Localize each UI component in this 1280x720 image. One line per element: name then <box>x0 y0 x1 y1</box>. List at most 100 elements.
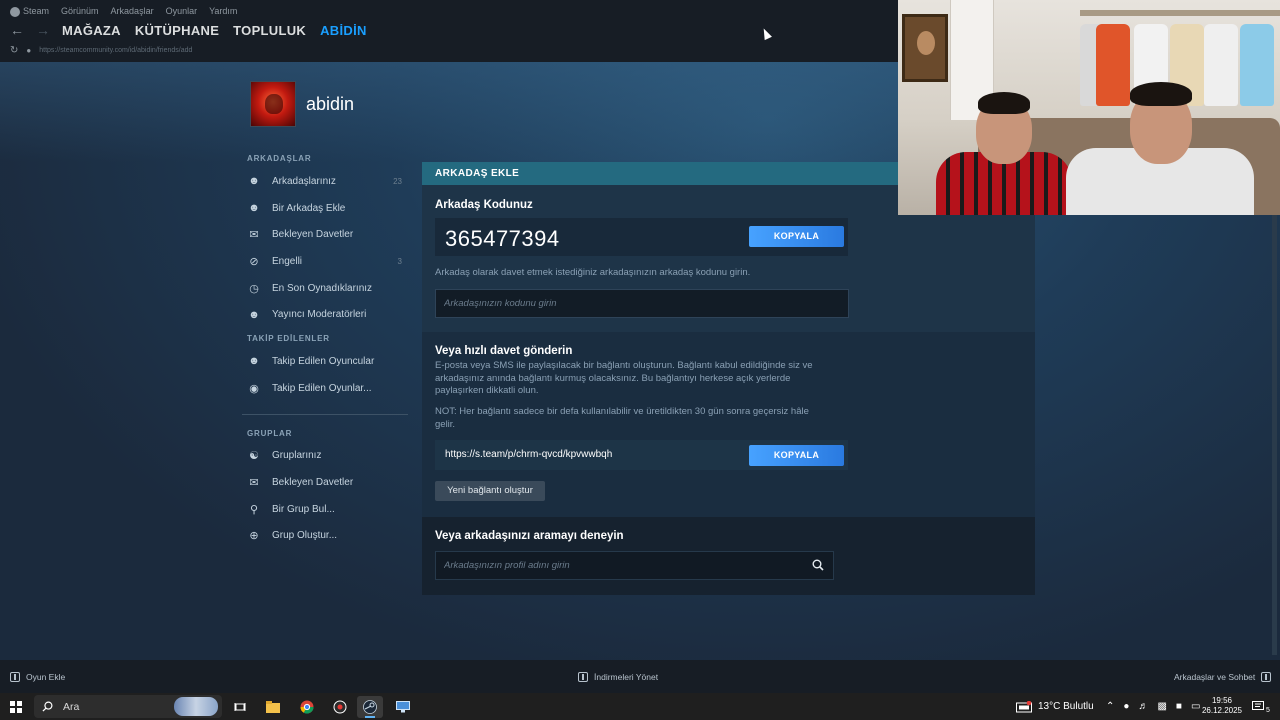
quick-invite-note: NOT: Her bağlantı sadece bir defa kullan… <box>435 406 809 431</box>
quick-invite-title: Veya hızlı davet gönderin <box>435 345 573 357</box>
sidebar-item-your-groups[interactable]: ☯ Gruplarınız <box>242 443 410 470</box>
taskbar-clock[interactable]: 19:56 26.12.2025 <box>1200 696 1244 716</box>
back-arrow-icon[interactable]: ← <box>10 22 24 38</box>
person-right-hair <box>1130 82 1192 106</box>
sidebar-item-label: Engelli <box>272 255 303 267</box>
recorder-app-icon[interactable] <box>327 696 353 718</box>
sidebar-item-broadcast-moderators[interactable]: ☻ Yayıncı Moderatörleri <box>242 301 410 328</box>
menu-item-games[interactable]: Oyunlar <box>166 6 198 16</box>
sidebar-item-group-invites[interactable]: ✉ Bekleyen Davetler <box>242 469 410 496</box>
blocked-count: 3 <box>397 256 402 266</box>
steam-logo-icon <box>10 6 20 17</box>
person-add-icon: ☻ <box>248 202 260 215</box>
steam-taskbar-icon[interactable] <box>357 696 383 718</box>
friend-code-title: Arkadaş Kodunuz <box>435 199 533 211</box>
sidebar-item-label: Yayıncı Moderatörleri <box>272 309 367 321</box>
taskbar-search[interactable]: Ara <box>34 695 222 718</box>
person-icon: ☻ <box>248 175 260 188</box>
vpn-icon[interactable]: ■ <box>1176 701 1182 712</box>
sidebar-item-recently-played[interactable]: ◷ En Son Oynadıklarınız <box>242 275 410 302</box>
scrollbar[interactable] <box>1272 215 1277 655</box>
sidebar-item-label: Bir Grup Bul... <box>272 503 335 515</box>
search-icon <box>42 701 53 712</box>
invite-note-line: NOT: Her bağlantı sadece bir defa kullan… <box>435 406 809 417</box>
plus-box-icon <box>10 672 20 682</box>
search-friend-title: Veya arkadaşınızı aramayı deneyin <box>435 530 624 542</box>
tab-store[interactable]: MAĞAZA <box>62 23 121 38</box>
battery-icon[interactable]: ▭ <box>1191 701 1200 712</box>
menu-item-help[interactable]: Yardım <box>209 6 237 16</box>
jersey <box>1240 24 1274 106</box>
invite-link-value[interactable]: https://s.team/p/chrm-qvcd/kpvwwbqh <box>445 449 612 460</box>
invite-link-box: https://s.team/p/chrm-qvcd/kpvwwbqh KOPY… <box>435 440 848 470</box>
task-view-icon[interactable] <box>227 696 253 718</box>
tab-profile[interactable]: ABİDİN <box>320 23 367 38</box>
chevron-up-icon[interactable]: ⌃ <box>1106 701 1114 712</box>
envelope-icon: ✉ <box>249 229 259 242</box>
copy-code-button[interactable]: KOPYALA <box>749 226 844 247</box>
sidebar-item-pending-invites[interactable]: ✉ Bekleyen Davetler <box>242 221 410 248</box>
windows-start-icon[interactable] <box>10 701 22 713</box>
notification-icon <box>1252 700 1264 710</box>
search-friend-input[interactable] <box>436 552 796 579</box>
sidebar-heading-groups: GRUPLAR <box>247 428 293 438</box>
sidebar-item-label: Arkadaşlarınız <box>272 175 336 187</box>
speaker-icon[interactable]: ♬ <box>1138 701 1148 712</box>
sidebar-item-find-group[interactable]: ⚲ Bir Grup Bul... <box>242 496 410 523</box>
sidebar-item-label: Gruplarınız <box>272 450 322 462</box>
sidebar-item-create-group[interactable]: ⊕ Grup Oluştur... <box>242 523 410 550</box>
sidebar-item-label: Bekleyen Davetler <box>272 229 354 241</box>
friend-code-input[interactable] <box>436 290 848 317</box>
url-text[interactable]: https://steamcommunity.com/id/abidin/fri… <box>39 47 192 54</box>
reload-icon[interactable]: ↻ <box>10 45 18 56</box>
steam-bottom-bar: Oyun Ekle İndirmeleri Yönet Arkadaşlar v… <box>0 660 1280 693</box>
chat-icon <box>1261 672 1272 682</box>
friends-sidebar: ARKADAŞLAR ☻ Arkadaşlarınız 23 ☻ Bir Ark… <box>242 150 410 549</box>
weather-widget[interactable]: 13°C Bulutlu <box>1016 693 1094 720</box>
sidebar-item-add-friend[interactable]: ☻ Bir Arkadaş Ekle <box>242 195 410 222</box>
sidebar-item-label: Bir Arkadaş Ekle <box>272 202 346 214</box>
sidebar-item-label: Bekleyen Davetler <box>272 477 354 489</box>
menu-item-steam[interactable]: Steam <box>10 6 49 17</box>
url-bar: ↻ ● https://steamcommunity.com/id/abidin… <box>10 45 192 56</box>
new-link-button[interactable]: Yeni bağlantı oluştur <box>435 481 545 501</box>
tab-library[interactable]: KÜTÜPHANE <box>135 23 219 38</box>
friend-code-value[interactable]: 365477394 <box>445 226 560 252</box>
avatar[interactable] <box>250 81 296 127</box>
sidebar-item-followed-games[interactable]: ◉ Takip Edilen Oyunlar... <box>242 375 410 402</box>
manage-downloads-button[interactable]: İndirmeleri Yönet <box>578 672 658 682</box>
remote-desktop-icon[interactable] <box>390 696 416 718</box>
download-icon <box>578 672 588 682</box>
search-highlight-image <box>174 697 218 716</box>
forward-arrow-icon[interactable]: → <box>36 22 50 38</box>
copy-link-button[interactable]: KOPYALA <box>749 445 844 466</box>
sidebar-item-your-friends[interactable]: ☻ Arkadaşlarınız 23 <box>242 168 410 195</box>
clock-time: 19:56 <box>1211 696 1233 705</box>
notification-count: 5 <box>1266 707 1270 714</box>
sidebar-item-blocked[interactable]: ⊘ Engelli 3 <box>242 248 410 275</box>
network-icon[interactable]: ▩ <box>1157 701 1166 712</box>
envelope-icon: ✉ <box>249 477 259 490</box>
block-icon: ⊘ <box>249 255 259 268</box>
tab-community[interactable]: TOPLULUK <box>233 23 306 38</box>
friends-chat-button[interactable]: Arkadaşlar ve Sohbet <box>1174 672 1272 682</box>
sidebar-item-followed-players[interactable]: ☻ Takip Edilen Oyuncular <box>242 348 410 375</box>
chrome-icon[interactable] <box>294 696 320 718</box>
sidebar-item-label: En Son Oynadıklarınız <box>272 282 373 294</box>
sidebar-heading-following: TAKİP EDİLENLER <box>247 334 330 344</box>
sidebar-divider <box>242 413 408 415</box>
jersey <box>1204 24 1238 106</box>
menu-item-view[interactable]: Görünüm <box>61 6 99 16</box>
profile-name[interactable]: abidin <box>306 94 354 115</box>
person-left-hair <box>978 92 1030 114</box>
search-icon[interactable] <box>812 559 824 571</box>
microphone-icon[interactable]: ● <box>1123 701 1129 712</box>
person-icon: ☻ <box>248 308 260 321</box>
menu-item-friends[interactable]: Arkadaşlar <box>111 6 154 16</box>
file-explorer-icon[interactable] <box>260 696 286 718</box>
invite-desc-line: paylaşırken dikkatli olun. <box>435 385 539 396</box>
notification-center[interactable]: 5 <box>1252 693 1270 720</box>
add-game-button[interactable]: Oyun Ekle <box>10 672 65 682</box>
menu-bar: Steam Görünüm Arkadaşlar Oyunlar Yardım <box>10 6 237 17</box>
sidebar-heading-friends: ARKADAŞLAR <box>247 154 312 163</box>
